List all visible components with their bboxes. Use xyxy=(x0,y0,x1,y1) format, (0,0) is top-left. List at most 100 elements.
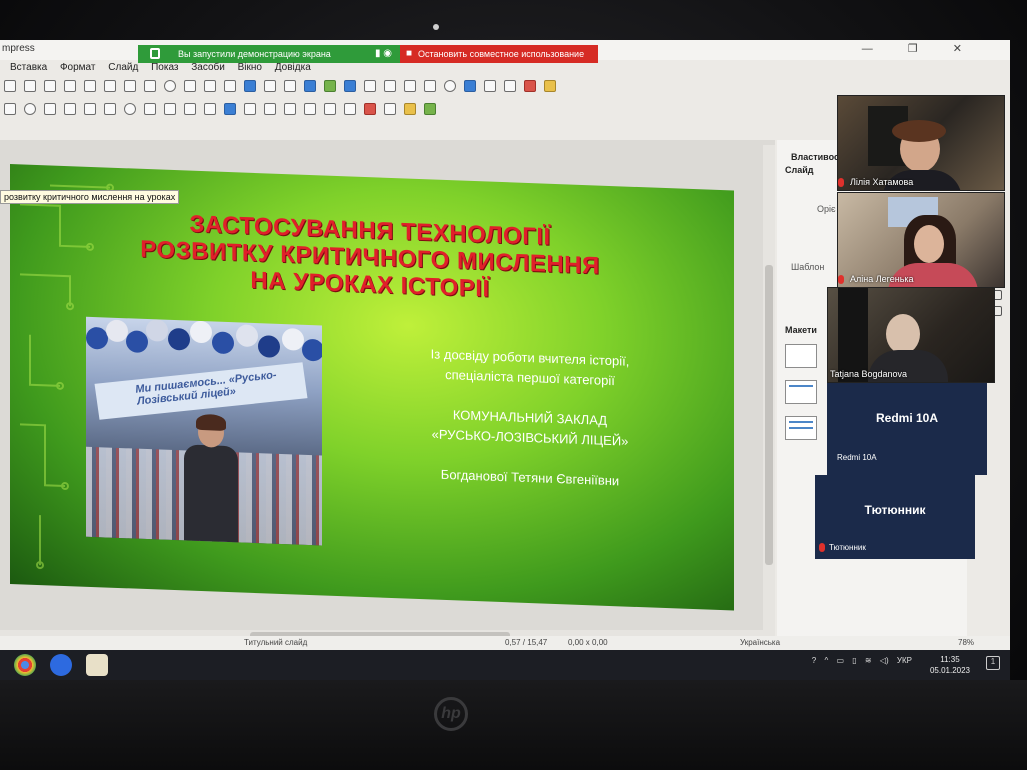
distribute-icon[interactable] xyxy=(304,103,316,115)
layout-title[interactable] xyxy=(785,380,817,404)
participant-name: Лілія Хатамова xyxy=(850,177,914,187)
extrusion-icon[interactable] xyxy=(424,103,436,115)
display-icon[interactable] xyxy=(244,80,256,92)
curve-icon[interactable] xyxy=(64,103,76,115)
transform-icon[interactable] xyxy=(384,103,396,115)
slide-section[interactable]: Слайд xyxy=(785,165,813,175)
media-icon[interactable] xyxy=(364,80,376,92)
table-icon[interactable] xyxy=(304,80,316,92)
chevron-up-icon[interactable]: ^ xyxy=(824,656,828,665)
balloon xyxy=(146,318,168,342)
glue-icon[interactable] xyxy=(404,103,416,115)
connector-icon[interactable] xyxy=(84,103,96,115)
share-banner-text: Вы запустили демонстрацию экрана xyxy=(178,49,331,59)
help-icon[interactable]: ? xyxy=(812,656,816,665)
callout-icon[interactable] xyxy=(184,103,196,115)
basic-shapes-icon[interactable] xyxy=(104,103,116,115)
balloon xyxy=(282,327,304,351)
new-slide-icon[interactable] xyxy=(504,80,516,92)
meeting-app-icon[interactable] xyxy=(50,654,72,676)
redo-icon[interactable] xyxy=(144,80,156,92)
clear-icon[interactable] xyxy=(104,80,116,92)
grid-icon[interactable] xyxy=(204,80,216,92)
status-slide-name: Титульний слайд xyxy=(244,638,308,647)
status-language[interactable]: Українська xyxy=(740,638,780,647)
slide-layout-icon[interactable] xyxy=(484,80,496,92)
align-icon[interactable] xyxy=(264,103,276,115)
status-zoom[interactable]: 78% xyxy=(958,638,974,647)
star-icon[interactable] xyxy=(204,103,216,115)
menu-format[interactable]: Формат xyxy=(60,62,96,73)
save-icon[interactable] xyxy=(4,80,16,92)
menu-help[interactable]: Довідка xyxy=(275,62,311,73)
vertical-scrollbar[interactable] xyxy=(763,145,775,630)
menu-insert[interactable]: Вставка xyxy=(10,62,47,73)
balloon xyxy=(258,335,280,358)
tooltip: розвитку критичного мислення на уроках xyxy=(0,190,180,204)
pin-icon[interactable]: ▮ ◉ xyxy=(375,48,392,59)
paste-icon[interactable] xyxy=(64,80,76,92)
menu-slide[interactable]: Слайд xyxy=(108,62,138,73)
link-icon[interactable] xyxy=(444,80,456,92)
arrange-icon[interactable] xyxy=(284,103,296,115)
present-icon[interactable] xyxy=(284,80,296,92)
layout-line xyxy=(789,385,813,387)
special-char-icon[interactable] xyxy=(404,80,416,92)
participant-tile[interactable]: Аліна Легенька xyxy=(837,192,1005,288)
device-tile-label: Redmi 10A xyxy=(837,453,877,462)
smiley-icon[interactable] xyxy=(124,103,136,115)
textbox-icon[interactable] xyxy=(384,80,396,92)
slide-canvas[interactable]: ЗАСТОСУВАННЯ ТЕХНОЛОГІЇ РОЗВИТКУ КРИТИЧН… xyxy=(10,164,734,611)
undo-icon[interactable] xyxy=(124,80,136,92)
shadow-icon[interactable] xyxy=(324,103,336,115)
layouts-section[interactable]: Макети xyxy=(785,325,817,335)
cut-icon[interactable] xyxy=(24,80,36,92)
menu-tools[interactable]: Засоби xyxy=(191,62,225,73)
scroll-thumb[interactable] xyxy=(765,265,773,565)
3d-object-icon[interactable] xyxy=(224,103,236,115)
chrome-icon[interactable] xyxy=(14,654,36,676)
flowchart-icon[interactable] xyxy=(164,103,176,115)
start-show-icon[interactable] xyxy=(264,80,276,92)
copy-icon[interactable] xyxy=(44,80,56,92)
clone-icon[interactable] xyxy=(84,80,96,92)
fontwork-icon[interactable] xyxy=(424,80,436,92)
master-icon[interactable] xyxy=(544,80,556,92)
filter-icon[interactable] xyxy=(364,103,376,115)
navigator-icon[interactable] xyxy=(464,80,476,92)
participant-tile-device[interactable]: Redmi 10A Redmi 10A xyxy=(827,383,987,475)
image-icon[interactable] xyxy=(324,80,336,92)
language-indicator[interactable]: УКР xyxy=(897,656,912,665)
delete-slide-icon[interactable] xyxy=(524,80,536,92)
photo-teacher xyxy=(182,413,240,543)
rotate-icon[interactable] xyxy=(244,103,256,115)
battery-icon[interactable]: ▯ xyxy=(852,656,856,665)
line-icon[interactable] xyxy=(44,103,56,115)
chart-icon[interactable] xyxy=(344,80,356,92)
participant-tile-last[interactable]: Тютюнник Тютюнник xyxy=(815,475,975,559)
window-controls[interactable]: — ❐ ✕ xyxy=(862,42,978,55)
notification-icon[interactable]: 1 xyxy=(986,656,1000,670)
ellipse-icon[interactable] xyxy=(24,103,36,115)
impress-icon[interactable] xyxy=(86,654,108,676)
layout-blank[interactable] xyxy=(785,344,817,368)
balloon xyxy=(190,320,212,344)
balloon xyxy=(106,319,128,343)
find-icon[interactable] xyxy=(164,80,176,92)
layout-title-content[interactable] xyxy=(785,416,817,440)
spellcheck-icon[interactable] xyxy=(184,80,196,92)
rectangle-icon[interactable] xyxy=(4,103,16,115)
participant-tile[interactable]: Tatjana Bogdanova xyxy=(827,287,995,383)
network-icon[interactable]: ▭ xyxy=(836,656,844,665)
arrows-icon[interactable] xyxy=(144,103,156,115)
participant-tile[interactable]: Лілія Хатамова xyxy=(837,95,1005,191)
volume-icon[interactable]: ◁) xyxy=(880,656,889,665)
taskbar: ? ^ ▭ ▯ ≋ ◁) УКР 11:35 05.01.2023 1 xyxy=(0,650,1010,680)
teacher-body xyxy=(184,444,238,543)
view-icon[interactable] xyxy=(224,80,236,92)
menu-window[interactable]: Вікно xyxy=(238,62,262,73)
clock[interactable]: 11:35 05.01.2023 xyxy=(930,654,970,676)
crop-icon[interactable] xyxy=(344,103,356,115)
wifi-icon[interactable]: ≋ xyxy=(865,656,872,665)
menu-show[interactable]: Показ xyxy=(151,62,178,73)
